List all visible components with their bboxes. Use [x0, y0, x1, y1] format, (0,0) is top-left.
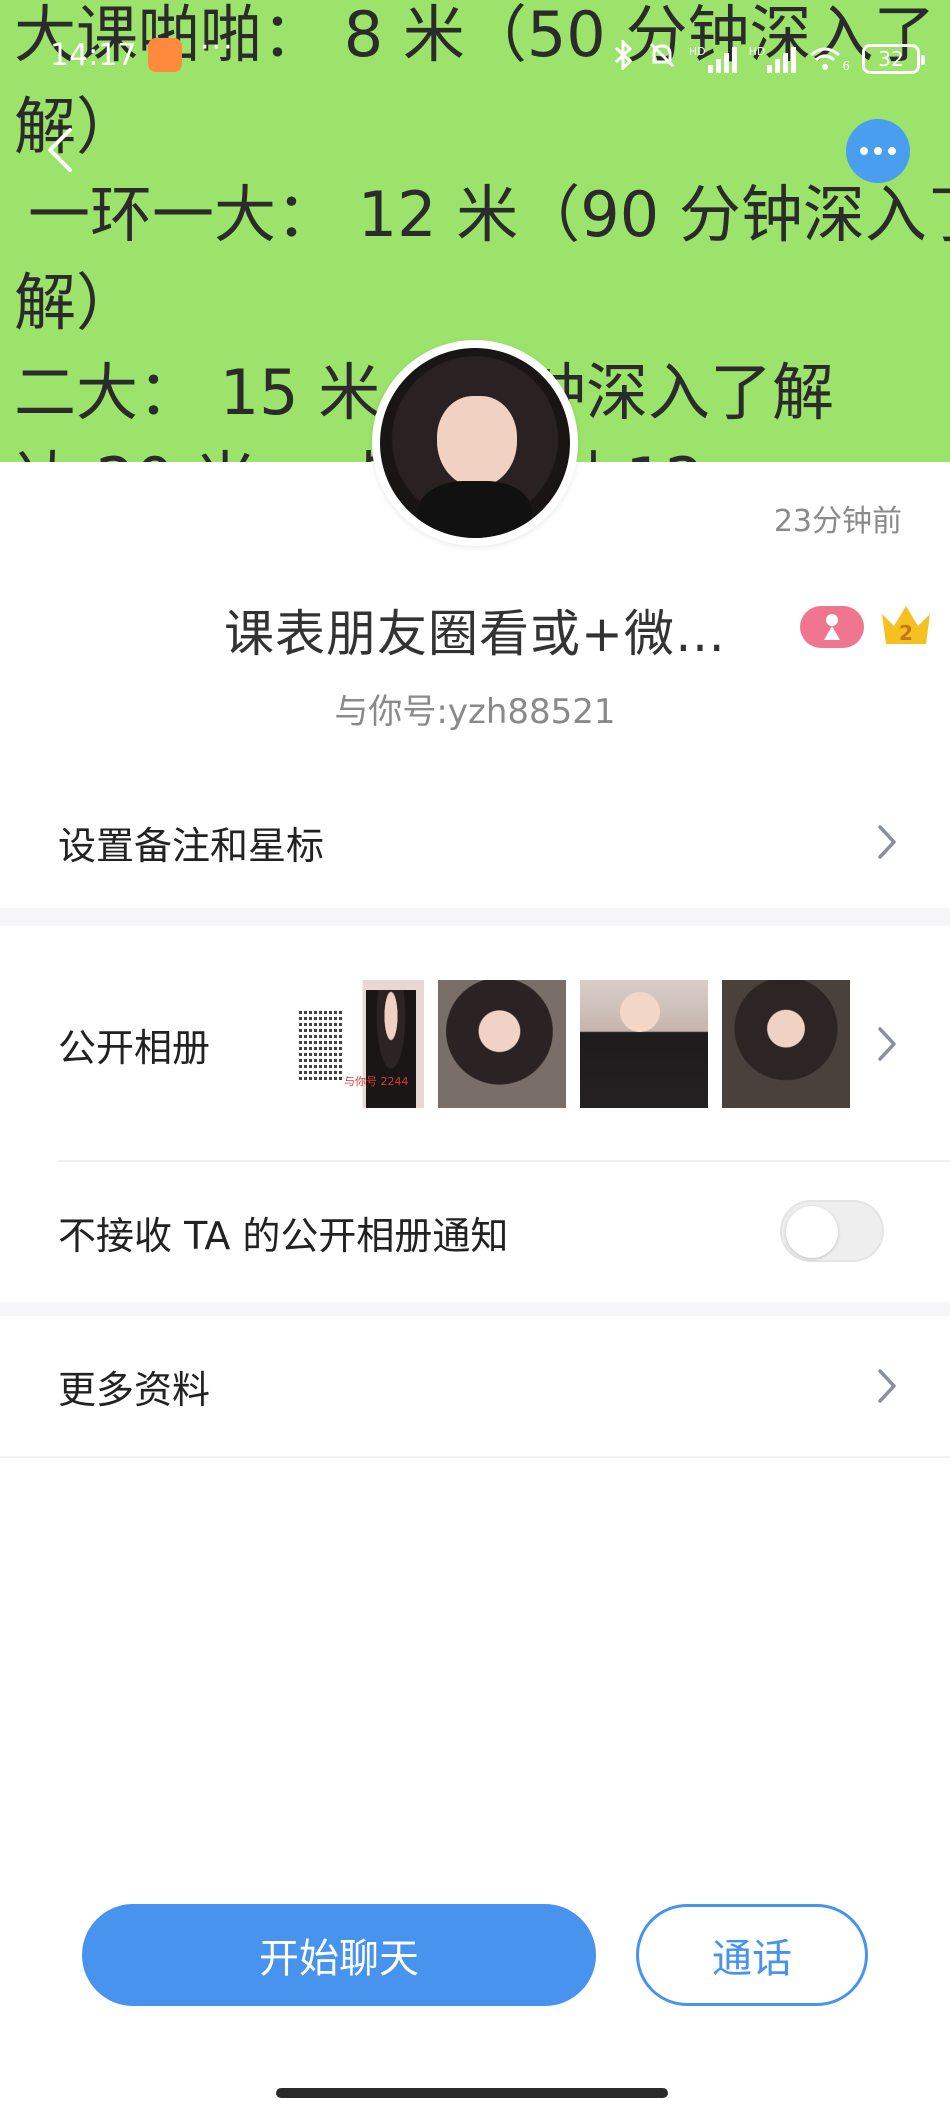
- album-notify-toggle[interactable]: [780, 1200, 884, 1262]
- toggle-knob: [786, 1206, 838, 1258]
- album-notify-row: 不接收 TA 的公开相册通知: [0, 1162, 950, 1302]
- status-icons: HD HD 6 32: [613, 38, 925, 77]
- back-button[interactable]: [30, 120, 90, 180]
- chevron-right-icon: [878, 1369, 896, 1403]
- wifi-label: 6: [842, 58, 850, 73]
- more-options-button[interactable]: [846, 119, 910, 183]
- bluetooth-icon: [613, 38, 635, 77]
- more-dot-icon: [874, 147, 882, 155]
- more-info-label: 更多资料: [58, 1367, 211, 1412]
- status-bar: 14:17 ··· HD HD 6 32: [0, 28, 950, 84]
- account-id: 与你号:yzh88521: [334, 692, 616, 732]
- start-chat-button[interactable]: 开始聊天: [82, 1904, 596, 2006]
- more-info-row[interactable]: 更多资料: [0, 1316, 950, 1456]
- album-thumbnail[interactable]: [438, 980, 566, 1108]
- album-thumbnail[interactable]: [722, 980, 850, 1108]
- signal-1-icon: HD: [689, 45, 737, 73]
- more-dot-icon: [860, 147, 868, 155]
- album-thumbnail[interactable]: [580, 980, 708, 1108]
- cover-text-line: 一环一大： 12 米（90 分钟深入了: [28, 178, 950, 251]
- cover-text-line: 达 20 米 一点 一小时 12: [14, 450, 704, 463]
- signal-2-icon: HD: [749, 45, 797, 73]
- thumbnail-caption: 与你号 2244: [344, 1075, 409, 1088]
- crown-level: 2: [899, 621, 913, 645]
- battery-icon: 32: [862, 43, 925, 74]
- notification-app-icon: [148, 38, 182, 72]
- album-thumbnails: 与你号 2244: [296, 980, 850, 1108]
- call-button[interactable]: 通话: [636, 1904, 868, 2006]
- album-notify-label: 不接收 TA 的公开相册通知: [58, 1213, 509, 1258]
- avatar[interactable]: [372, 340, 578, 546]
- battery-level: 32: [878, 46, 904, 71]
- vip-crown-badge: 2: [878, 600, 934, 650]
- gender-badge: [800, 606, 864, 648]
- set-remark-row[interactable]: 设置备注和星标: [0, 780, 950, 904]
- last-active-time: 23分钟前: [773, 504, 902, 539]
- section-divider: [0, 908, 950, 926]
- wifi-icon: 6: [808, 45, 850, 73]
- mute-bell-icon: [647, 40, 677, 77]
- qr-code-icon: [299, 1010, 343, 1080]
- chevron-right-icon: [878, 825, 896, 859]
- status-more-indicator: ···: [200, 30, 235, 65]
- cover-text-line: 解）: [14, 266, 139, 339]
- avatar-photo: [380, 348, 570, 538]
- album-thumbnail[interactable]: 与你号 2244: [296, 980, 424, 1108]
- more-dot-icon: [888, 147, 896, 155]
- public-album-label: 公开相册: [58, 1025, 211, 1070]
- chevron-left-icon: [48, 128, 72, 172]
- home-indicator[interactable]: [276, 2088, 668, 2098]
- row-divider: [0, 1456, 950, 1458]
- chevron-right-icon: [878, 1027, 896, 1061]
- network-type-label: HD: [748, 44, 766, 58]
- status-time: 14:17: [50, 38, 137, 73]
- female-person-icon: [824, 614, 840, 640]
- set-remark-label: 设置备注和星标: [58, 823, 325, 868]
- section-divider: [0, 1302, 950, 1316]
- network-type-label: HD: [688, 44, 706, 58]
